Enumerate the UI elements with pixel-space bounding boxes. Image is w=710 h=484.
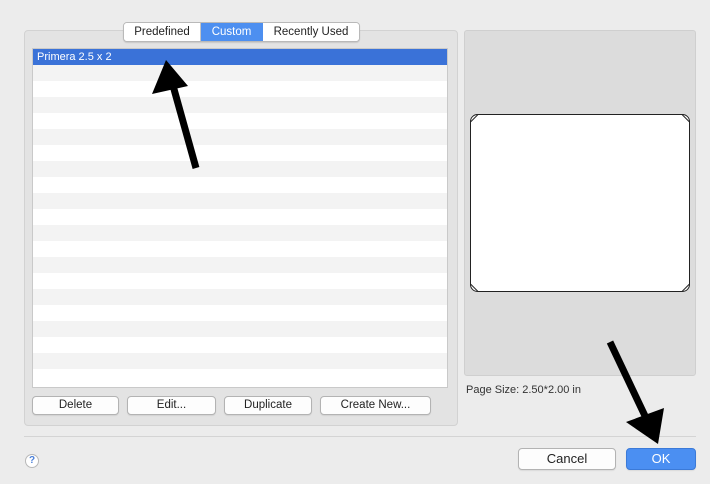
list-row-empty <box>33 81 447 97</box>
list-row-empty <box>33 337 447 353</box>
list-row-empty <box>33 193 447 209</box>
list-row-empty <box>33 225 447 241</box>
list-item[interactable]: Primera 2.5 x 2 <box>33 49 447 65</box>
list-row-empty <box>33 113 447 129</box>
ok-button[interactable]: OK <box>626 448 696 470</box>
footer-divider <box>24 436 696 437</box>
list-row-empty <box>33 305 447 321</box>
tab-predefined[interactable]: Predefined <box>124 23 201 41</box>
list-row-empty <box>33 273 447 289</box>
list-row-empty <box>33 353 447 369</box>
create-new-button[interactable]: Create New... <box>320 396 431 415</box>
edit-button[interactable]: Edit... <box>127 396 216 415</box>
list-row-empty <box>33 129 447 145</box>
page-setup-dialog: Predefined Custom Recently Used Primera … <box>0 0 710 484</box>
list-row-empty <box>33 177 447 193</box>
list-row-empty <box>33 161 447 177</box>
list-row-empty <box>33 321 447 337</box>
list-row-empty <box>33 289 447 305</box>
tab-bar: Predefined Custom Recently Used <box>123 22 360 42</box>
duplicate-button[interactable]: Duplicate <box>224 396 312 415</box>
page-size-label: Page Size: 2.50*2.00 in <box>466 384 581 396</box>
list-row-empty <box>33 257 447 273</box>
list-row-empty <box>33 145 447 161</box>
tab-recently-used[interactable]: Recently Used <box>263 23 359 41</box>
tab-custom[interactable]: Custom <box>201 23 263 41</box>
delete-button[interactable]: Delete <box>32 396 119 415</box>
list-row-empty <box>33 209 447 225</box>
help-icon[interactable]: ? <box>25 454 39 468</box>
list-row-empty <box>33 97 447 113</box>
list-row-empty <box>33 65 447 81</box>
custom-label-list[interactable]: Primera 2.5 x 2 <box>32 48 448 388</box>
label-preview-shape <box>470 114 690 292</box>
cancel-button[interactable]: Cancel <box>518 448 616 470</box>
list-row-empty <box>33 369 447 385</box>
list-row-empty <box>33 241 447 257</box>
